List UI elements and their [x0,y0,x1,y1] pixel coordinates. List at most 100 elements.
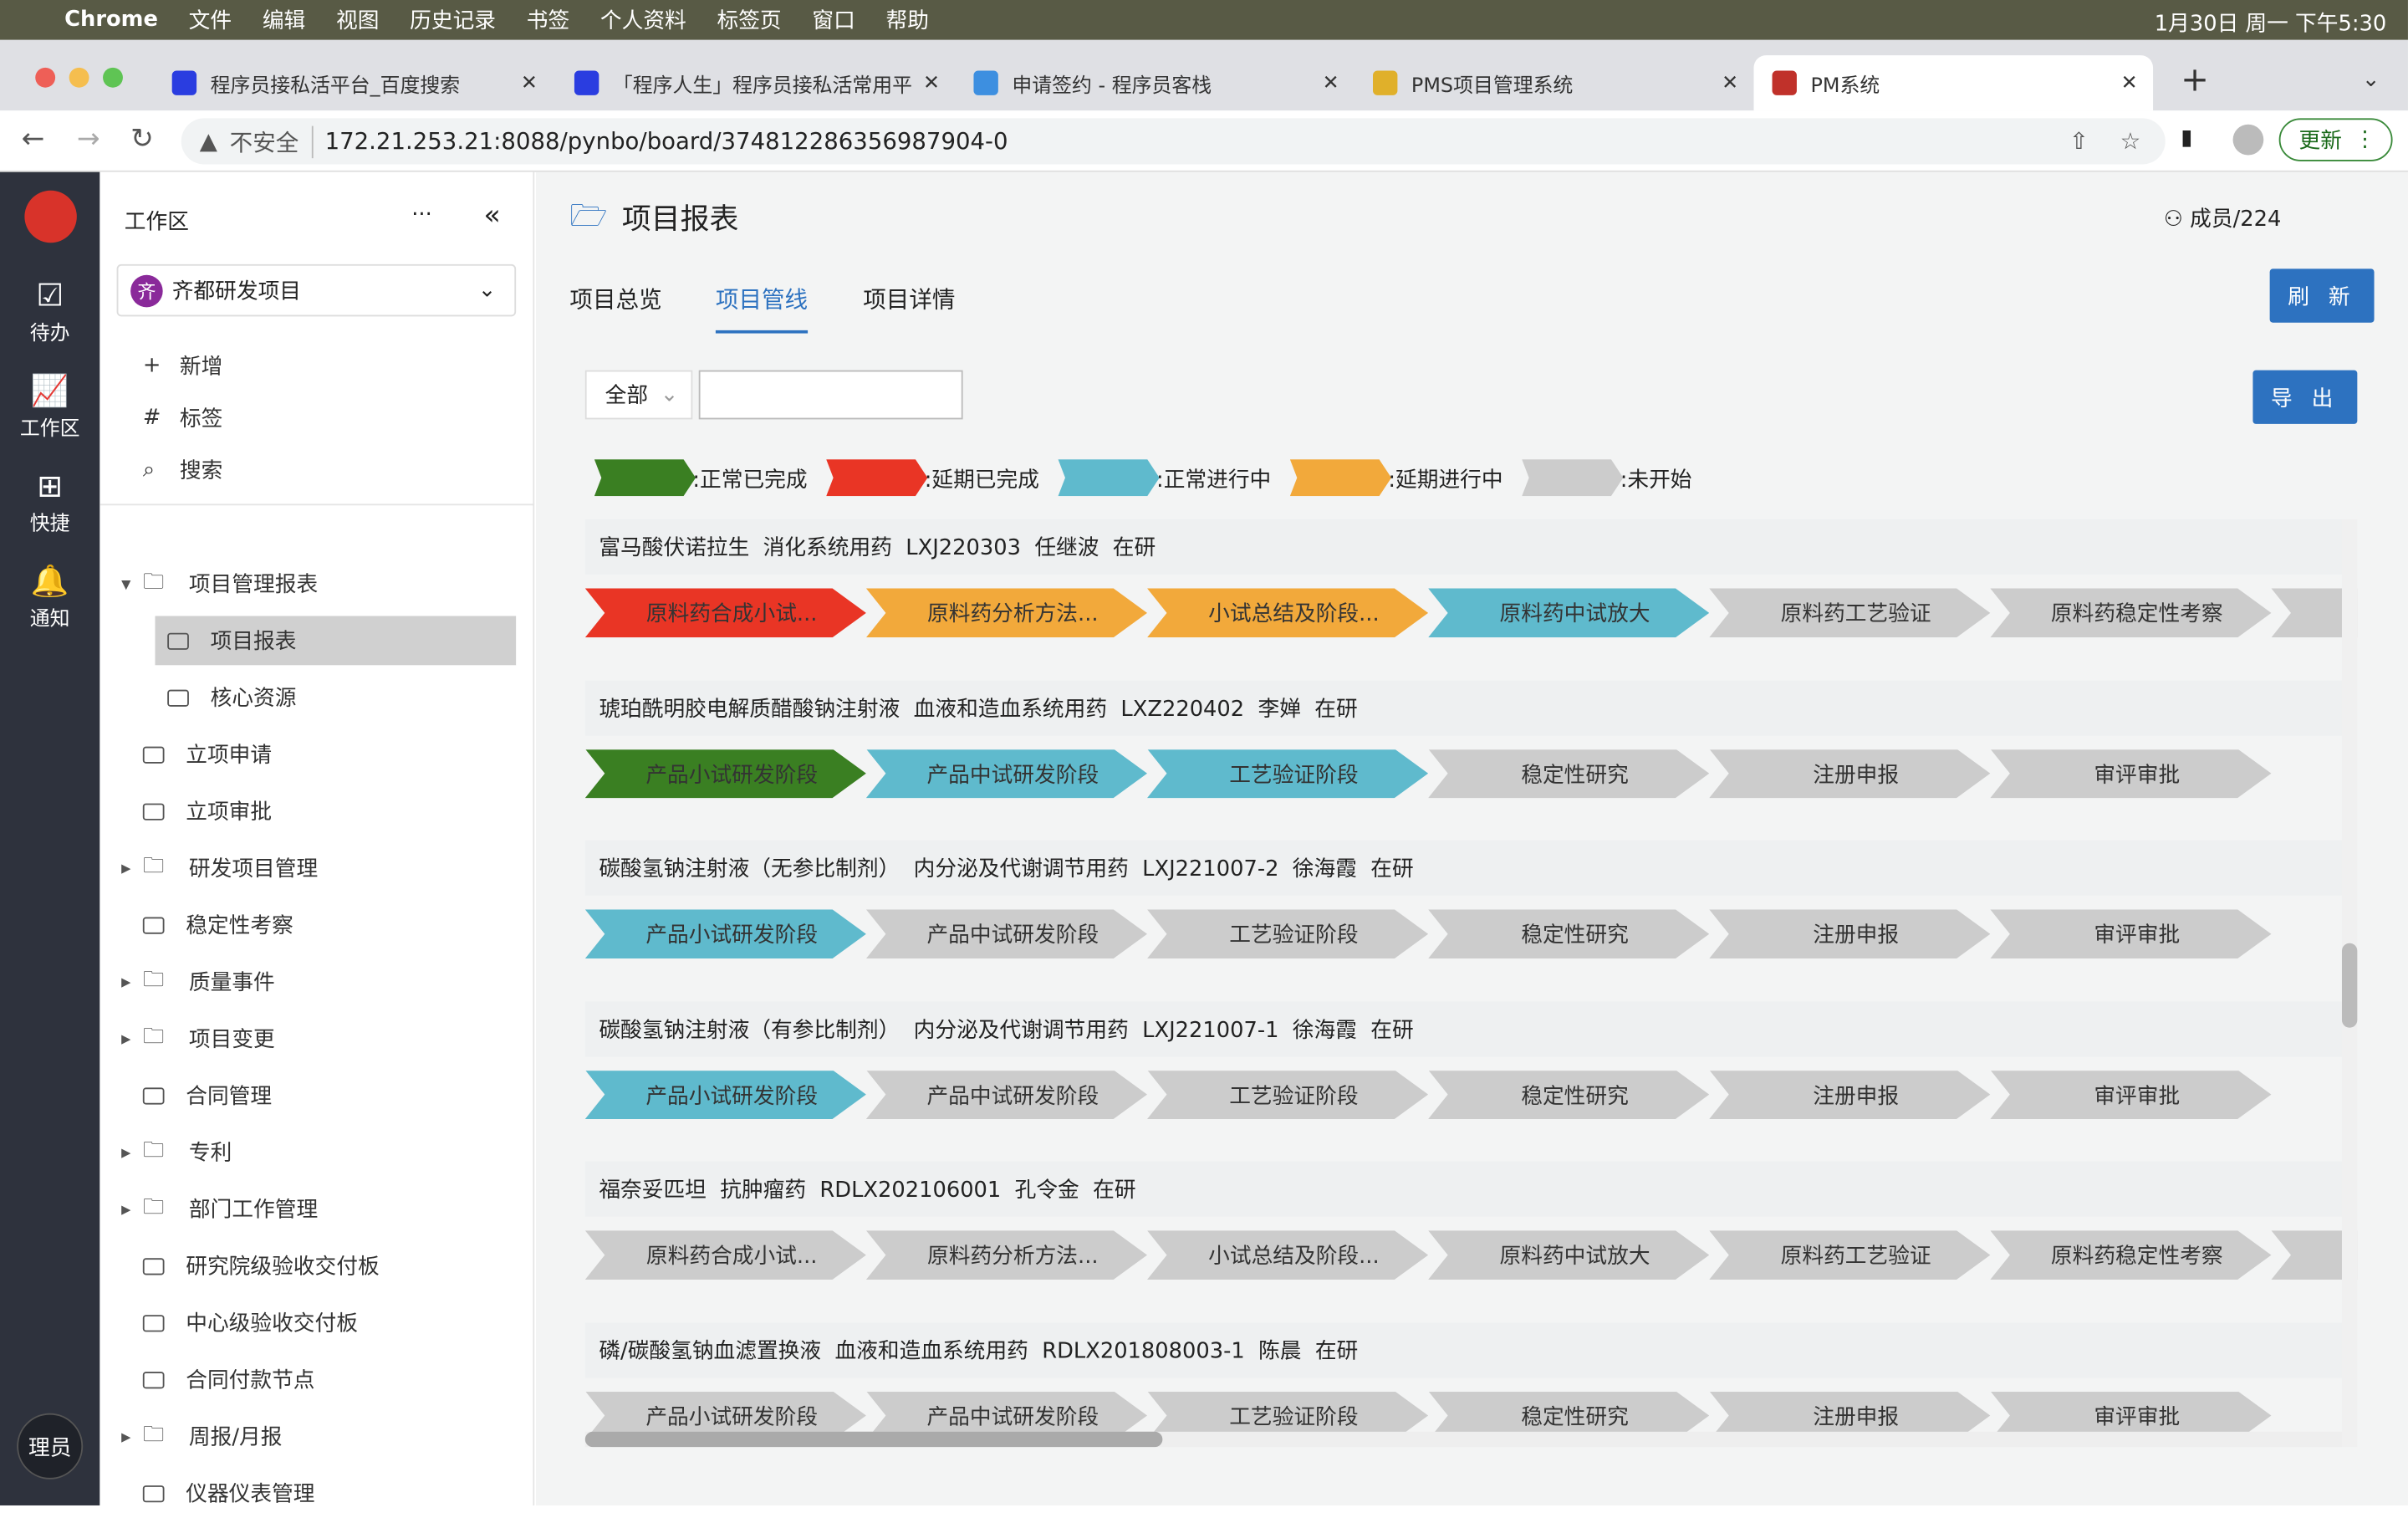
stage-chevron[interactable]: 工艺验证阶段 [1147,749,1429,799]
stage-chevron[interactable]: 小试总结及阶段... [1147,1230,1429,1280]
sidebar-item[interactable]: 仪器仪表管理 [99,1469,534,1518]
stage-chevron[interactable]: 工艺验证阶段 [1147,909,1429,959]
close-tab-icon[interactable]: ✕ [521,71,538,95]
sidebar-item[interactable]: ▶ 🗀 质量事件 [99,957,534,1006]
project-header[interactable]: 碳酸氢钠注射液（有参比制剂） 内分泌及代谢调节用药 LXJ221007-1 徐海… [584,1000,2342,1056]
sidebar-item[interactable]: 项目报表 [155,616,517,666]
sidebar-item[interactable]: 合同管理 [99,1071,534,1120]
sidebar-item[interactable]: 研究院级验收交付板 [99,1241,534,1291]
browser-tab[interactable]: PMS项目管理系统 ✕ [1354,55,1754,110]
sidebar-item[interactable]: 稳定性考察 [99,900,534,949]
reload-icon[interactable]: ↻ [130,123,154,156]
caret-right-icon[interactable]: ▶ [121,861,143,875]
caret-right-icon[interactable]: ▶ [121,1031,143,1045]
sidebar-item[interactable]: 中心级验收交付板 [99,1298,534,1347]
pipeline-list[interactable]: 富马酸伏诺拉生 消化系统用药 LXJ220303 任继波 在研 原料药合成小试..… [584,519,2358,1447]
tab-list-chevron-icon[interactable]: ⌄ [2362,68,2380,92]
menu-item[interactable]: 个人资料 [600,9,686,33]
rail-workspace[interactable]: 📈 工作区 [0,371,99,441]
stage-chevron[interactable]: 产品中试研发阶段 [865,1070,1148,1120]
members-label[interactable]: ⚇ 成员/224 [2164,202,2281,233]
caret-right-icon[interactable]: ▶ [121,1202,143,1216]
stage-chevron[interactable]: 审评审批 [1990,909,2272,959]
stage-chevron[interactable]: 稳定性研究 [1428,909,1710,959]
tab-0[interactable]: 项目总览 [569,283,661,330]
search-input[interactable] [698,370,963,420]
user-avatar[interactable]: 理员 [17,1413,84,1480]
rail-shortcut[interactable]: ⊞ 快捷 [0,467,99,536]
stage-chevron[interactable]: 原料药合成小试... [584,588,866,638]
forward-icon[interactable]: → [77,123,100,156]
close-tab-icon[interactable]: ✕ [923,71,940,95]
stage-chevron[interactable]: 审评审批 [1990,1070,2272,1120]
profile-avatar[interactable] [2232,124,2264,156]
sidebar-item[interactable]: ▶ 🗀 专利 [99,1127,534,1177]
sidebar-item[interactable]: 立项审批 [99,786,534,836]
stage-chevron[interactable]: 工艺验证阶段 [1147,1070,1429,1120]
close-tab-icon[interactable]: ✕ [1722,71,1738,95]
tab-2[interactable]: 项目详情 [863,283,955,330]
stage-chevron[interactable]: 注册申报 [1709,909,1991,959]
menu-item[interactable]: 文件 [189,9,232,33]
sidepanel-icon[interactable]: ▮ [2181,126,2192,151]
caret-right-icon[interactable]: ▶ [121,1429,143,1444]
project-select[interactable]: 齐 齐都研发项目 ⌄ [116,263,517,317]
url-text[interactable]: 172.21.253.21:8088/pynbo/board/374812286… [325,127,1008,155]
stage-chevron[interactable]: 产品中试研发阶段 [865,749,1148,799]
caret-right-icon[interactable]: ▶ [121,974,143,989]
stage-chevron[interactable]: 审评审批 [1990,749,2272,799]
stage-chevron[interactable]: 产品小试研发阶段 [584,1070,866,1120]
sidebar-action[interactable]: # 标签 [99,393,534,442]
stage-chevron[interactable]: 原料药稳定性考察 [1990,588,2272,638]
menu-item[interactable]: 视图 [336,9,379,33]
sidebar-item[interactable]: 立项申请 [99,729,534,779]
status-select[interactable]: 全部 ⌄ [584,370,693,420]
stage-chevron[interactable]: 原料药中试放大 [1428,588,1710,638]
sidebar-action[interactable]: ⌕ 搜索 [99,446,534,495]
menu-item[interactable]: 编辑 [263,9,305,33]
caret-right-icon[interactable]: ▶ [121,1145,143,1159]
sidebar-action[interactable]: + 新增 [99,341,534,391]
close-tab-icon[interactable]: ✕ [1323,71,1339,95]
stage-chevron[interactable]: 原料药工艺验证 [1709,1230,1991,1280]
stage-chevron[interactable]: 产品小试研发阶段 [584,909,866,959]
stage-chevron[interactable]: 稳定性研究 [1428,1070,1710,1120]
share-icon[interactable]: ⇧ [2069,127,2089,155]
sidebar-item[interactable]: ▶ 🗀 研发项目管理 [99,843,534,892]
browser-tab[interactable]: PM系统 ✕ [1753,55,2154,111]
zoom-window-button[interactable] [103,67,123,88]
menu-item[interactable]: 窗口 [812,9,855,33]
bookmark-star-icon[interactable]: ☆ [2120,127,2141,155]
menu-app[interactable]: Chrome [64,8,158,32]
menu-item[interactable]: 书签 [527,9,569,33]
menu-item[interactable]: 标签页 [717,9,781,33]
caret-down-icon[interactable]: ▼ [121,577,143,591]
rail-bell[interactable]: 🔔 通知 [0,562,99,631]
tab-1[interactable]: 项目管线 [715,283,809,334]
stage-chevron[interactable]: 原料药中试放大 [1428,1230,1710,1280]
project-header[interactable]: 碳酸氢钠注射液（无参比制剂） 内分泌及代谢调节用药 LXJ221007-2 徐海… [584,840,2342,896]
stage-chevron[interactable]: 产品小试研发阶段 [584,749,866,799]
stage-chevron[interactable]: 原料药合成小试... [584,1230,866,1280]
stage-chevron[interactable]: 原料药分析方法... [865,588,1148,638]
new-tab-button[interactable]: + [2181,61,2209,100]
collapse-icon[interactable]: « [484,200,501,233]
close-tab-icon[interactable]: ✕ [2121,71,2138,95]
export-button[interactable]: 导 出 [2252,370,2358,424]
menu-item[interactable]: 帮助 [886,9,929,33]
update-button[interactable]: 更新 ⋮ [2278,118,2393,161]
project-header[interactable]: 福奈妥匹坦 抗肿瘤药 RDLX202106001 孔令金 在研 [584,1161,2342,1217]
sidebar-item[interactable]: 核心资源 [99,672,534,722]
stage-chevron[interactable]: 注册申报 [1709,1070,1991,1120]
sidebar-item[interactable]: ▶ 🗀 部门工作管理 [99,1184,534,1234]
stage-chevron[interactable]: 原料药稳定性考察 [1990,1230,2272,1280]
sidebar-item[interactable]: 合同付款节点 [99,1355,534,1404]
stage-chevron[interactable]: 注册申报 [1709,749,1991,799]
project-header[interactable]: 琥珀酰明胶电解质醋酸钠注射液 血液和造血系统用药 LXZ220402 李婵 在研 [584,679,2342,735]
browser-tab[interactable]: 「程序人生」程序员接私活常用平 ✕ [556,55,956,110]
more-icon[interactable]: ··· [411,202,432,227]
minimize-window-button[interactable] [69,67,89,88]
sidebar-item[interactable]: ▶ 🗀 周报/月报 [99,1412,534,1461]
browser-tab[interactable]: 程序员接私活平台_百度搜索 ✕ [154,55,554,110]
stage-chevron[interactable]: 小试总结及阶段... [1147,588,1429,638]
